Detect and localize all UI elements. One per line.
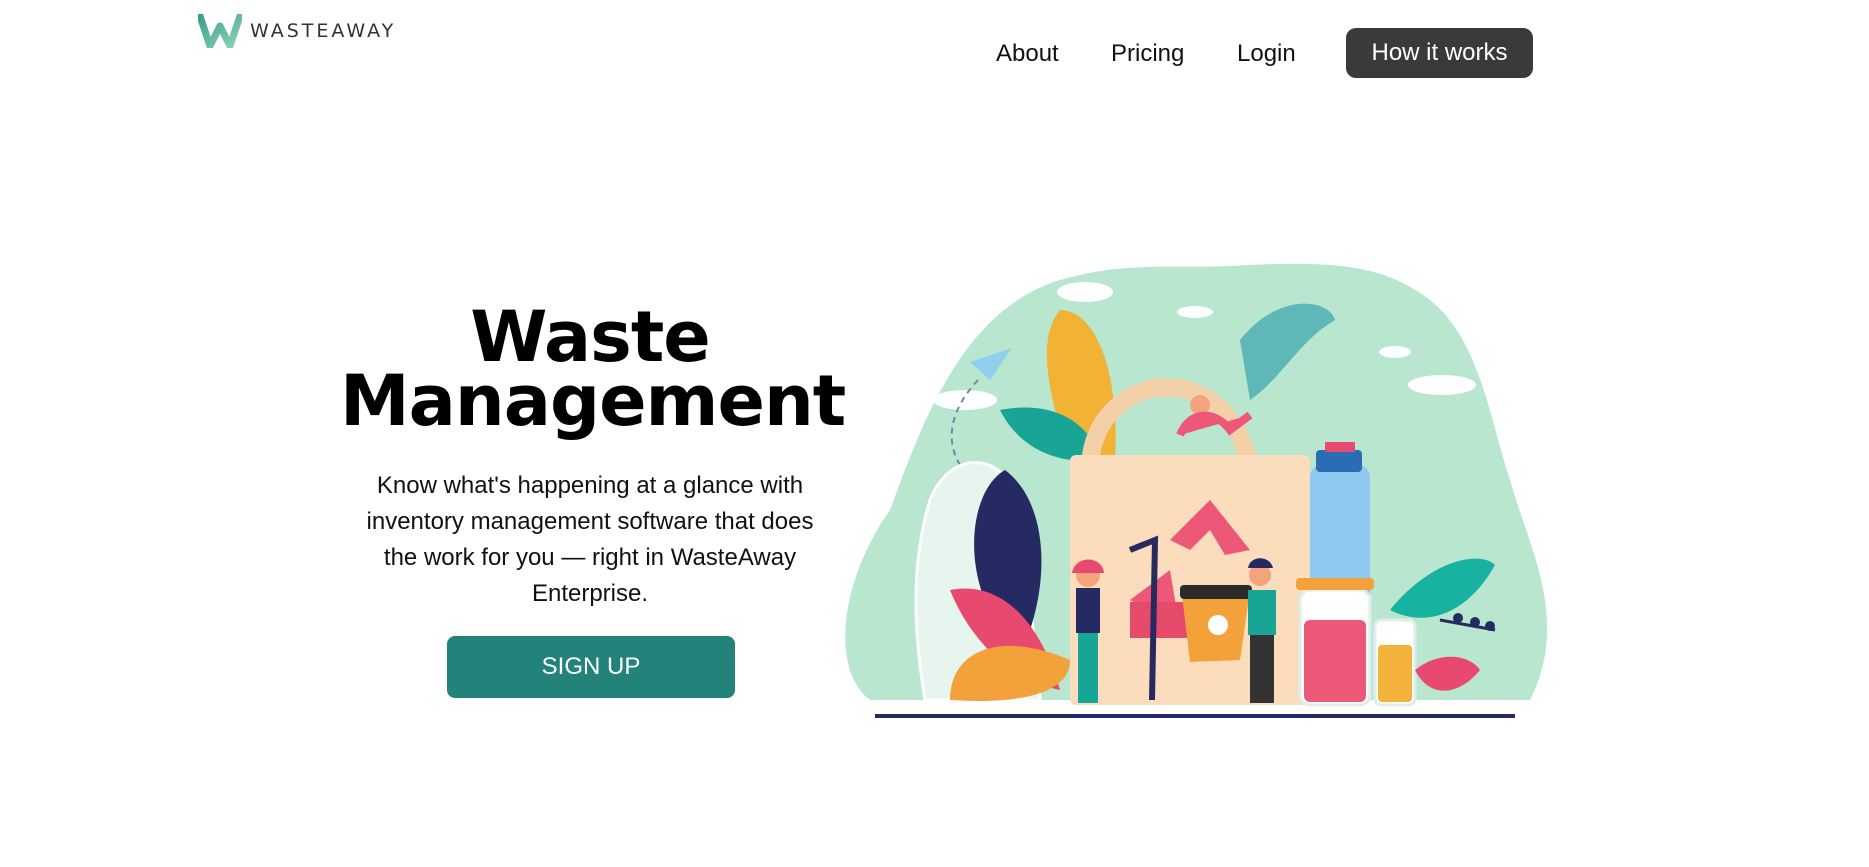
top-nav: About Pricing Login [0, 28, 1869, 78]
nav-pricing[interactable]: Pricing [1111, 40, 1184, 68]
hero-title-line2: Management [340, 360, 846, 442]
hero-description: Know what's happening at a glance with i… [366, 472, 814, 607]
how-it-works-button[interactable]: How it works [1346, 28, 1533, 78]
hero-illustration [845, 263, 1548, 718]
nav-about[interactable]: About [996, 40, 1059, 68]
hero-title: Waste Management [340, 302, 846, 436]
signup-button[interactable]: SIGN UP [447, 636, 735, 698]
nav-login[interactable]: Login [1237, 40, 1296, 68]
